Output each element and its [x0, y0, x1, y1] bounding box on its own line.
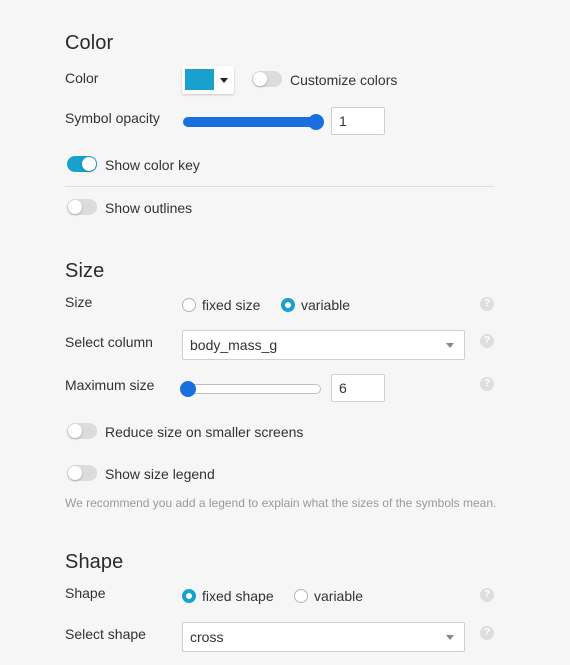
maximum-size-slider[interactable] [183, 384, 321, 394]
variable-shape-radio[interactable] [294, 589, 308, 603]
symbol-opacity-slider[interactable] [183, 117, 321, 127]
toggle-knob [68, 424, 82, 438]
fixed-size-label: fixed size [202, 297, 261, 313]
toggle-knob [253, 72, 267, 86]
show-color-key-toggle[interactable] [67, 156, 97, 172]
help-icon[interactable]: ? [480, 334, 494, 348]
select-column-dropdown[interactable]: body_mass_g [182, 330, 465, 360]
show-size-legend-toggle[interactable] [67, 465, 97, 481]
variable-size-label: variable [301, 297, 351, 313]
select-shape-label: Select shape [65, 626, 146, 642]
chevron-down-icon [446, 635, 454, 640]
select-column-value: body_mass_g [190, 337, 278, 353]
show-color-key-label: Show color key [105, 157, 200, 173]
show-outlines-toggle[interactable] [67, 199, 97, 215]
size-legend-hint: We recommend you add a legend to explain… [65, 496, 497, 510]
shape-label: Shape [65, 585, 106, 601]
help-icon[interactable]: ? [480, 377, 494, 391]
maximum-size-label: Maximum size [65, 377, 155, 393]
toggle-knob [82, 157, 96, 171]
help-icon[interactable]: ? [480, 626, 494, 640]
maximum-size-slider-thumb[interactable] [180, 381, 196, 397]
reduce-size-label: Reduce size on smaller screens [105, 424, 304, 440]
color-swatch [185, 69, 214, 90]
select-shape-dropdown[interactable]: cross [182, 622, 465, 652]
maximum-size-input[interactable]: 6 [331, 374, 385, 402]
symbol-opacity-slider-thumb[interactable] [308, 114, 324, 130]
shape-section-title: Shape [65, 551, 124, 573]
select-column-label: Select column [65, 334, 153, 350]
customize-colors-toggle[interactable] [252, 71, 282, 87]
help-icon[interactable]: ? [480, 588, 494, 602]
show-outlines-label: Show outlines [105, 200, 193, 216]
toggle-knob [68, 200, 82, 214]
fixed-shape-radio[interactable] [182, 589, 196, 603]
fixed-shape-label: fixed shape [202, 588, 274, 604]
color-label: Color [65, 70, 99, 86]
chevron-down-icon [446, 343, 454, 348]
symbol-opacity-input[interactable]: 1 [331, 107, 385, 135]
show-size-legend-label: Show size legend [105, 466, 215, 482]
size-section-title: Size [65, 260, 105, 282]
symbol-opacity-label: Symbol opacity [65, 110, 160, 126]
variable-shape-label: variable [314, 588, 364, 604]
color-picker-button[interactable] [182, 66, 234, 94]
fixed-size-radio[interactable] [182, 298, 196, 312]
color-section-title: Color [65, 32, 114, 54]
size-label: Size [65, 294, 93, 310]
chevron-down-icon [220, 78, 228, 83]
variable-size-radio[interactable] [281, 298, 295, 312]
select-shape-value: cross [190, 629, 224, 645]
divider [65, 186, 494, 187]
customize-colors-label: Customize colors [290, 72, 398, 88]
toggle-knob [68, 466, 82, 480]
reduce-size-toggle[interactable] [67, 423, 97, 439]
help-icon[interactable]: ? [480, 297, 494, 311]
